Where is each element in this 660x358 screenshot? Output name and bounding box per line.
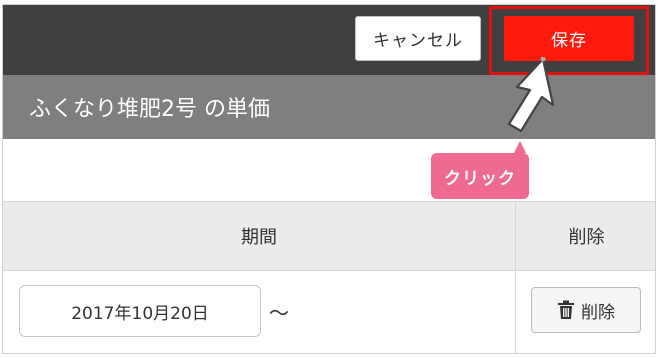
delete-button-label: 削除 (581, 302, 615, 323)
save-button[interactable]: 保存 (504, 16, 634, 61)
page-title: ふくなり堆肥2号 の単価 (29, 97, 270, 122)
delete-cell: 削除 (516, 271, 655, 353)
click-tag-pointer (514, 141, 526, 153)
trash-icon (558, 300, 574, 319)
cancel-button[interactable]: キャンセル (355, 16, 481, 61)
delete-header: 削除 (516, 201, 655, 271)
price-table: 期間 削除 2017年10月20日 〜 削除 (3, 201, 655, 353)
date-range-separator: 〜 (269, 301, 289, 325)
delete-button[interactable]: 削除 (531, 287, 641, 333)
arrow-cursor-icon (507, 57, 555, 133)
period-header: 期間 (3, 201, 516, 271)
period-cell: 2017年10月20日 〜 (3, 271, 516, 353)
table-row: 2017年10月20日 〜 削除 (3, 271, 655, 353)
click-annotation: クリック (431, 153, 529, 199)
dialog: キャンセル 保存 ふくなり堆肥2号 の単価 クリック 期間 削除 2017年10… (2, 4, 656, 354)
start-date-input[interactable]: 2017年10月20日 (19, 285, 261, 337)
